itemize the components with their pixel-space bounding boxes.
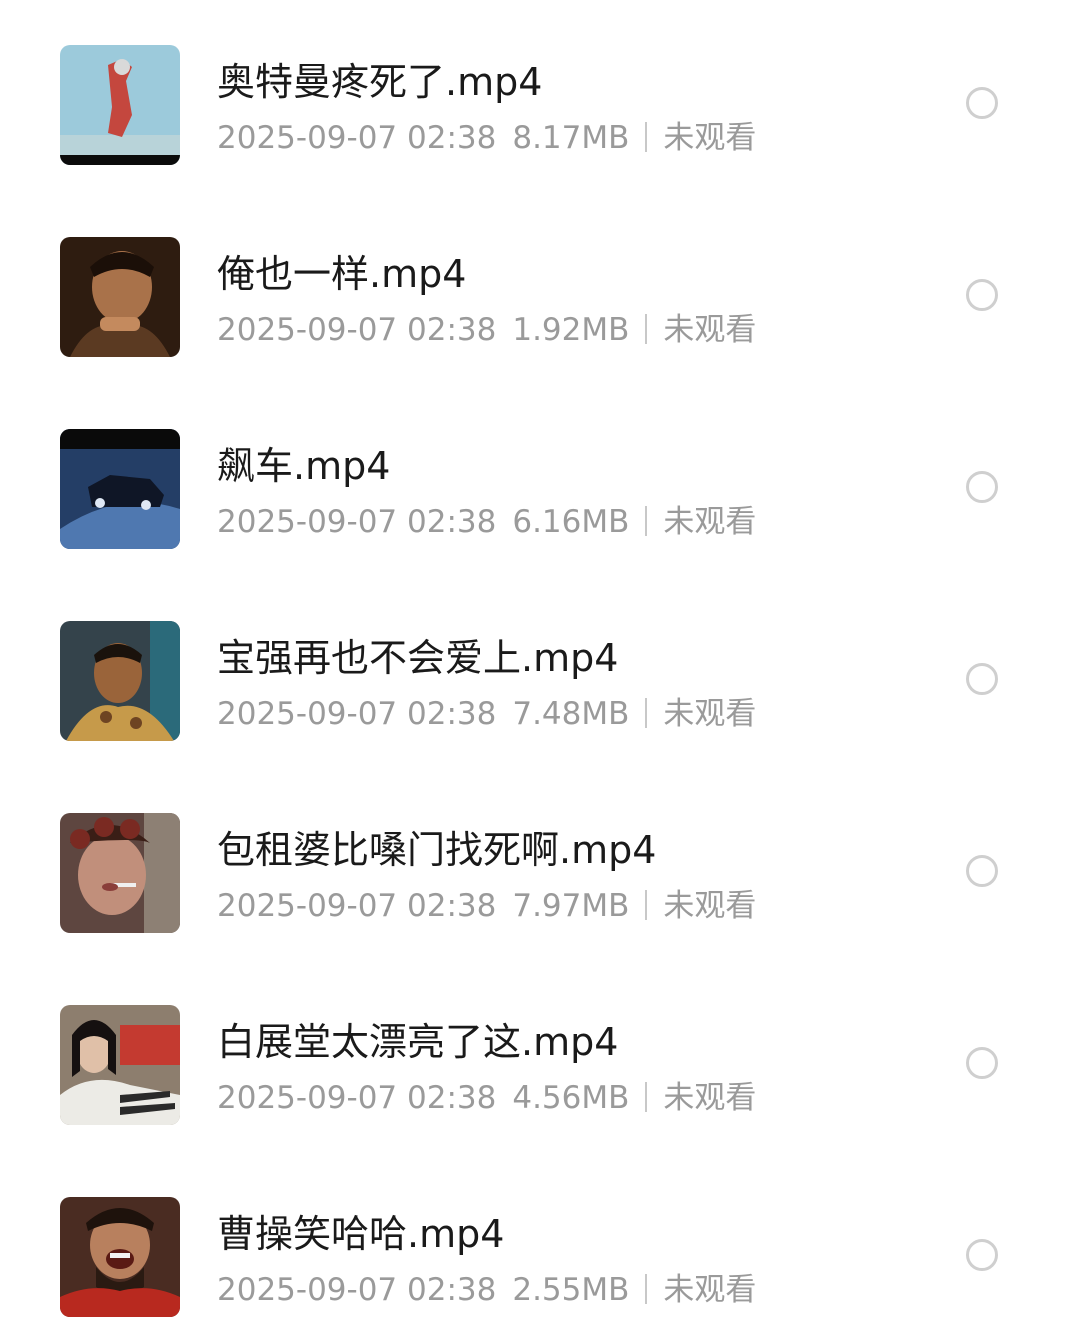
video-title: 俺也一样.mp4 xyxy=(217,252,467,296)
video-title: 曹操笑哈哈.mp4 xyxy=(217,1212,505,1256)
video-title: 飙车.mp4 xyxy=(217,444,391,488)
select-radio[interactable] xyxy=(966,1047,998,1079)
meta-divider xyxy=(645,122,648,152)
video-title: 包租婆比嗓门找死啊.mp4 xyxy=(217,828,657,872)
video-size: 7.97MB xyxy=(512,888,630,924)
video-size: 4.56MB xyxy=(512,1080,630,1116)
meta-divider xyxy=(645,698,648,728)
video-meta: 2025-09-07 02:38 8.17MB 未观看 xyxy=(217,118,756,158)
video-title: 宝强再也不会爱上.mp4 xyxy=(217,636,619,680)
meta-divider xyxy=(645,506,648,536)
select-radio[interactable] xyxy=(966,663,998,695)
list-item[interactable]: 俺也一样.mp4 2025-09-07 02:38 1.92MB 未观看 xyxy=(0,192,1075,384)
watch-status: 未观看 xyxy=(663,696,757,732)
video-meta: 2025-09-07 02:38 6.16MB 未观看 xyxy=(217,502,756,542)
video-datetime: 2025-09-07 02:38 xyxy=(217,1080,497,1116)
thumbnail-image xyxy=(60,813,180,933)
meta-divider xyxy=(645,314,648,344)
select-radio[interactable] xyxy=(966,87,998,119)
meta-divider xyxy=(645,1082,648,1112)
thumbnail-image xyxy=(60,429,180,549)
video-datetime: 2025-09-07 02:38 xyxy=(217,888,497,924)
video-datetime: 2025-09-07 02:38 xyxy=(217,504,497,540)
meta-divider xyxy=(645,890,648,920)
video-thumbnail[interactable] xyxy=(60,237,180,357)
video-meta: 2025-09-07 02:38 4.56MB 未观看 xyxy=(217,1078,756,1118)
video-title: 白展堂太漂亮了这.mp4 xyxy=(217,1020,619,1064)
thumbnail-image xyxy=(60,1005,180,1125)
list-item[interactable]: 飙车.mp4 2025-09-07 02:38 6.16MB 未观看 xyxy=(0,384,1075,576)
list-item[interactable]: 包租婆比嗓门找死啊.mp4 2025-09-07 02:38 7.97MB 未观看 xyxy=(0,768,1075,960)
list-item[interactable]: 奥特曼疼死了.mp4 2025-09-07 02:38 8.17MB 未观看 xyxy=(0,0,1075,192)
watch-status: 未观看 xyxy=(663,120,757,156)
video-meta: 2025-09-07 02:38 1.92MB 未观看 xyxy=(217,310,756,350)
video-size: 2.55MB xyxy=(512,1272,630,1308)
thumbnail-image xyxy=(60,237,180,357)
select-radio[interactable] xyxy=(966,471,998,503)
video-thumbnail[interactable] xyxy=(60,45,180,165)
video-size: 1.92MB xyxy=(512,312,630,348)
select-radio[interactable] xyxy=(966,1239,998,1271)
video-thumbnail[interactable] xyxy=(60,621,180,741)
meta-divider xyxy=(645,1274,648,1304)
video-size: 6.16MB xyxy=(512,504,630,540)
thumbnail-image xyxy=(60,621,180,741)
video-thumbnail[interactable] xyxy=(60,1197,180,1317)
video-datetime: 2025-09-07 02:38 xyxy=(217,120,497,156)
select-radio[interactable] xyxy=(966,279,998,311)
video-datetime: 2025-09-07 02:38 xyxy=(217,312,497,348)
video-thumbnail[interactable] xyxy=(60,1005,180,1125)
list-item[interactable]: 白展堂太漂亮了这.mp4 2025-09-07 02:38 4.56MB 未观看 xyxy=(0,960,1075,1152)
watch-status: 未观看 xyxy=(663,504,757,540)
video-thumbnail[interactable] xyxy=(60,429,180,549)
watch-status: 未观看 xyxy=(663,312,757,348)
video-size: 8.17MB xyxy=(512,120,630,156)
select-radio[interactable] xyxy=(966,855,998,887)
thumbnail-image xyxy=(60,45,180,165)
list-item[interactable]: 宝强再也不会爱上.mp4 2025-09-07 02:38 7.48MB 未观看 xyxy=(0,576,1075,768)
video-datetime: 2025-09-07 02:38 xyxy=(217,1272,497,1308)
thumbnail-image xyxy=(60,1197,180,1317)
watch-status: 未观看 xyxy=(663,1080,757,1116)
watch-status: 未观看 xyxy=(663,1272,757,1308)
video-thumbnail[interactable] xyxy=(60,813,180,933)
video-meta: 2025-09-07 02:38 7.97MB 未观看 xyxy=(217,886,756,926)
video-size: 7.48MB xyxy=(512,696,630,732)
video-meta: 2025-09-07 02:38 7.48MB 未观看 xyxy=(217,694,756,734)
watch-status: 未观看 xyxy=(663,888,757,924)
video-datetime: 2025-09-07 02:38 xyxy=(217,696,497,732)
video-title: 奥特曼疼死了.mp4 xyxy=(217,60,543,104)
list-item[interactable]: 曹操笑哈哈.mp4 2025-09-07 02:38 2.55MB 未观看 xyxy=(0,1152,1075,1344)
video-meta: 2025-09-07 02:38 2.55MB 未观看 xyxy=(217,1270,756,1310)
